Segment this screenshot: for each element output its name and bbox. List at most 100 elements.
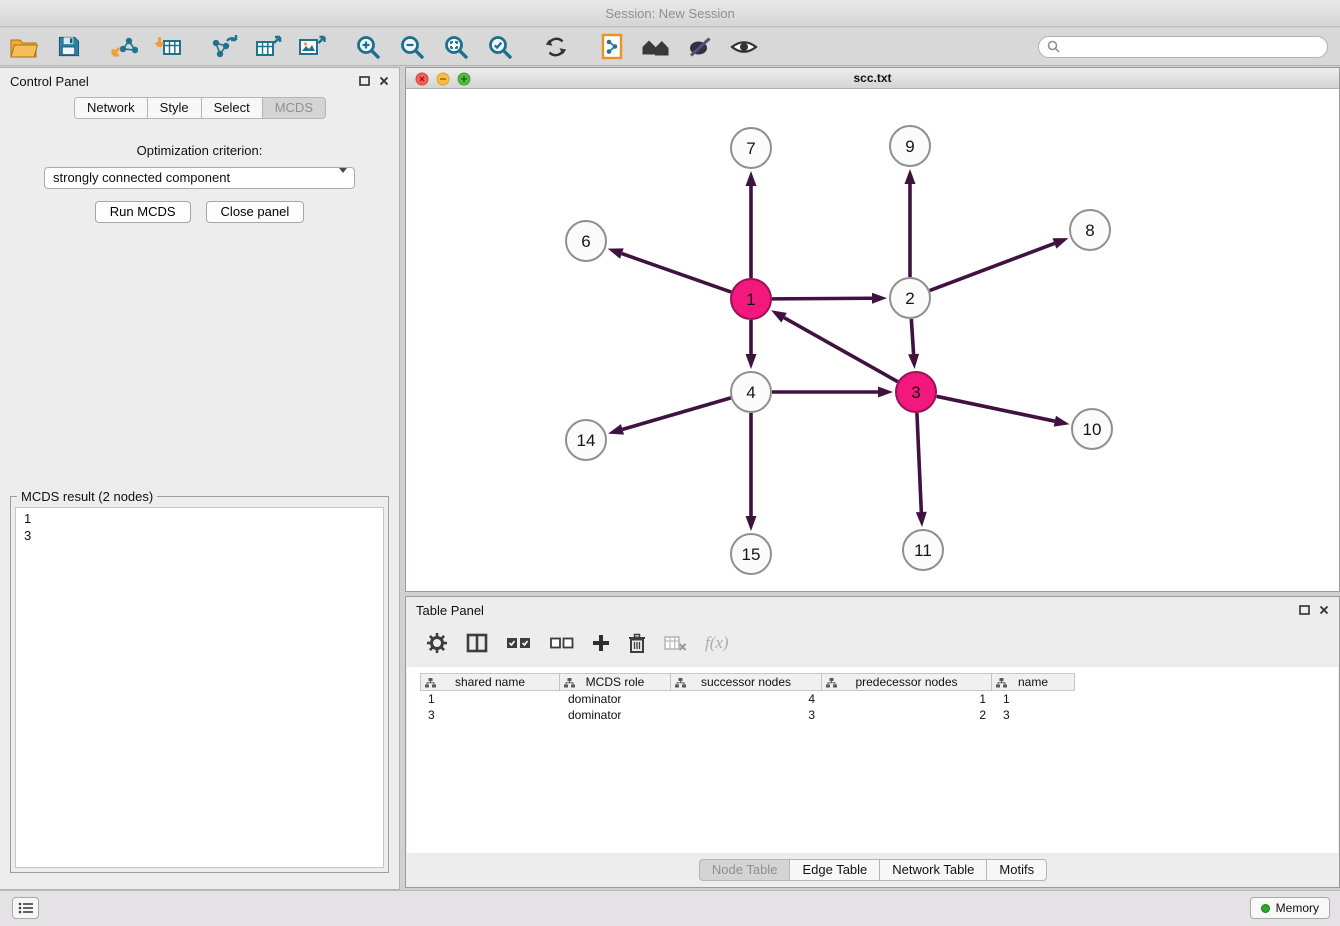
tab-network-table[interactable]: Network Table xyxy=(879,859,987,881)
create-column-button[interactable] xyxy=(592,634,610,652)
table-cell[interactable]: 4 xyxy=(672,691,824,707)
import-network-button[interactable] xyxy=(104,30,144,64)
open-file-button[interactable] xyxy=(4,30,44,64)
delete-column-button[interactable] xyxy=(628,633,646,654)
result-item[interactable]: 3 xyxy=(16,527,383,544)
graph-node-label: 15 xyxy=(742,545,761,564)
zoom-out-icon xyxy=(399,34,425,60)
graph-node-label: 9 xyxy=(905,137,914,156)
graph-edge-arrow xyxy=(771,310,787,322)
graph-edge-3-10[interactable] xyxy=(937,396,1055,421)
table-cell[interactable]: 3 xyxy=(420,707,560,723)
zoom-fit-button[interactable] xyxy=(436,30,476,64)
column-header-mcds-role[interactable]: MCDS role xyxy=(559,673,671,691)
zoom-in-button[interactable] xyxy=(348,30,388,64)
export-network-button[interactable] xyxy=(204,30,244,64)
tab-style[interactable]: Style xyxy=(147,97,202,119)
graph-edge-arrow xyxy=(746,354,757,369)
memory-status-icon xyxy=(1261,904,1270,913)
tab-network[interactable]: Network xyxy=(74,97,148,119)
show-panels-button[interactable] xyxy=(12,897,39,919)
result-item[interactable]: 1 xyxy=(16,510,383,527)
graph-edge-arrow xyxy=(908,354,919,369)
tab-select[interactable]: Select xyxy=(201,97,263,119)
column-header-shared-name[interactable]: shared name xyxy=(420,673,560,691)
zoom-selected-button[interactable] xyxy=(480,30,520,64)
graph-area[interactable]: 7968124314101511 xyxy=(406,90,1339,591)
run-mcds-button[interactable]: Run MCDS xyxy=(95,201,191,223)
gear-icon xyxy=(426,632,448,654)
graph-edge-1-2[interactable] xyxy=(772,298,872,299)
table-cell[interactable]: 1 xyxy=(420,691,560,707)
graph-edge-4-14[interactable] xyxy=(622,398,730,430)
window-title: Session: New Session xyxy=(605,6,734,21)
graph-edge-3-11[interactable] xyxy=(917,413,921,512)
table-cell[interactable]: dominator xyxy=(560,691,672,707)
network-window-titlebar[interactable]: scc.txt xyxy=(406,68,1339,89)
delete-table-icon xyxy=(664,635,687,651)
close-panel-button[interactable]: Close panel xyxy=(206,201,305,223)
neighbors-button[interactable] xyxy=(636,30,676,64)
table-row[interactable]: 1dominator411 xyxy=(420,691,1338,707)
apply-layout-button[interactable] xyxy=(592,30,632,64)
table-cell[interactable]: 1 xyxy=(824,691,995,707)
table-cell[interactable]: 3 xyxy=(995,707,1079,723)
tab-motifs[interactable]: Motifs xyxy=(986,859,1047,881)
annotation-button[interactable] xyxy=(680,30,720,64)
select-all-button[interactable] xyxy=(506,636,532,650)
graph-edge-1-6[interactable] xyxy=(622,254,731,292)
table-panel: Table Panel xyxy=(405,596,1340,888)
float-panel-icon[interactable] xyxy=(359,76,370,86)
delete-table-button[interactable] xyxy=(664,635,687,651)
deselect-all-button[interactable] xyxy=(550,637,574,650)
table-cell[interactable]: dominator xyxy=(560,707,672,723)
tab-mcds[interactable]: MCDS xyxy=(262,97,326,119)
graph-node-label: 7 xyxy=(746,139,755,158)
function-builder-button[interactable]: f(x) xyxy=(705,633,729,653)
graph-edge-2-3[interactable] xyxy=(911,319,913,354)
column-header-successor-nodes[interactable]: successor nodes xyxy=(670,673,822,691)
traffic-lights[interactable] xyxy=(415,72,471,86)
graph-edge-3-1[interactable] xyxy=(784,318,898,382)
column-header-predecessor-nodes[interactable]: predecessor nodes xyxy=(821,673,992,691)
network-graph[interactable]: 7968124314101511 xyxy=(406,90,1339,593)
column-header-name[interactable]: name xyxy=(991,673,1075,691)
close-table-panel-icon[interactable] xyxy=(1319,605,1329,615)
float-table-panel-icon[interactable] xyxy=(1299,605,1310,615)
plus-icon xyxy=(592,634,610,652)
show-columns-button[interactable] xyxy=(466,633,488,653)
tab-node-table[interactable]: Node Table xyxy=(699,859,791,881)
zoom-out-button[interactable] xyxy=(392,30,432,64)
search-box[interactable] xyxy=(1038,36,1328,58)
column-icon xyxy=(564,678,575,688)
criterion-select[interactable]: strongly connected component xyxy=(44,167,355,189)
graph-edge-arrow xyxy=(746,516,757,531)
graph-edge-2-8[interactable] xyxy=(930,243,1055,290)
save-session-button[interactable] xyxy=(48,30,88,64)
memory-button[interactable]: Memory xyxy=(1250,897,1330,919)
refresh-button[interactable] xyxy=(536,30,576,64)
table-cell[interactable]: 1 xyxy=(995,691,1079,707)
table-cell[interactable]: 3 xyxy=(672,707,824,723)
search-input[interactable] xyxy=(1065,39,1319,54)
tab-edge-table[interactable]: Edge Table xyxy=(789,859,880,881)
table-settings-button[interactable] xyxy=(426,632,448,654)
toggle-details-button[interactable] xyxy=(724,30,764,64)
control-panel: Control Panel NetworkStyleSelectMCDS Opt… xyxy=(0,67,400,890)
table-cell[interactable]: 2 xyxy=(824,707,995,723)
columns-icon xyxy=(466,633,488,653)
export-table-button[interactable] xyxy=(248,30,288,64)
mcds-result-list[interactable]: 13 xyxy=(15,507,384,868)
export-table-icon xyxy=(255,34,282,60)
table-row[interactable]: 3dominator323 xyxy=(420,707,1338,723)
graph-edge-arrow xyxy=(905,169,916,184)
export-image-button[interactable] xyxy=(292,30,332,64)
close-panel-icon[interactable] xyxy=(379,76,389,86)
main-toolbar xyxy=(0,28,1340,66)
window-titlebar[interactable]: Session: New Session xyxy=(0,0,1340,27)
import-table-button[interactable] xyxy=(148,30,188,64)
status-bar: Memory xyxy=(0,890,1340,926)
table-tabs: Node TableEdge TableNetwork TableMotifs xyxy=(406,859,1339,881)
list-icon xyxy=(18,902,34,914)
graph-node-label: 14 xyxy=(577,431,596,450)
